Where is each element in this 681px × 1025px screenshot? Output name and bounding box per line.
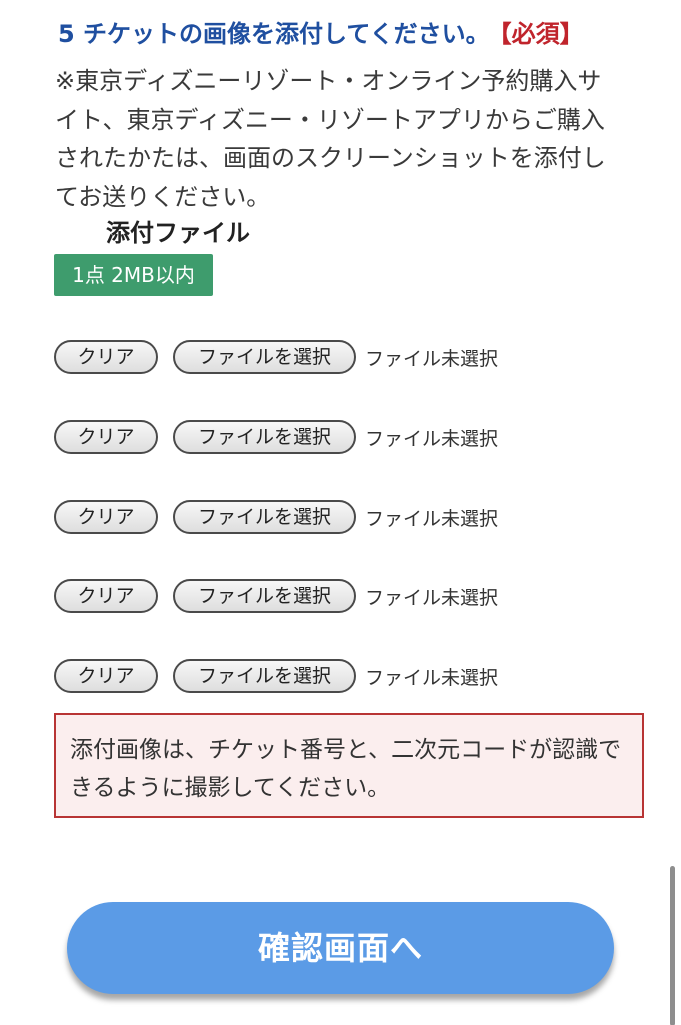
- choose-file-button[interactable]: ファイルを選択: [173, 420, 356, 454]
- file-limit-badge: 1点 2MB以内: [54, 254, 213, 296]
- file-status: ファイル未選択: [365, 507, 499, 530]
- section-title-text: 5 チケットの画像を添付してください。: [58, 20, 490, 48]
- file-input-row: クリア ファイルを選択 ファイル未選択: [54, 419, 498, 455]
- clear-button[interactable]: クリア: [54, 500, 158, 534]
- section-title: 5 チケットの画像を添付してください。 【必須】: [58, 14, 584, 54]
- clear-button[interactable]: クリア: [54, 579, 158, 613]
- attachment-notice: 添付画像は、チケット番号と、二次元コードが認識できるように撮影してください。: [54, 713, 644, 818]
- file-input-row: クリア ファイルを選択 ファイル未選択: [54, 499, 498, 535]
- clear-button[interactable]: クリア: [54, 340, 158, 374]
- instructions-text: ※東京ディズニーリゾート・オンライン予約購入サイト、東京ディズニー・リゾートアプ…: [55, 67, 606, 211]
- file-status: ファイル未選択: [365, 347, 499, 370]
- choose-file-button[interactable]: ファイルを選択: [173, 579, 356, 613]
- ticket-attachment-form: 5 チケットの画像を添付してください。 【必須】 ※東京ディズニーリゾート・オンラ…: [0, 0, 681, 1025]
- file-status: ファイル未選択: [365, 666, 499, 689]
- file-input-row: クリア ファイルを選択 ファイル未選択: [54, 578, 498, 614]
- file-input-row: クリア ファイルを選択 ファイル未選択: [54, 339, 498, 375]
- required-badge: 【必須】: [499, 20, 584, 48]
- scrollbar[interactable]: [670, 866, 675, 1025]
- choose-file-button[interactable]: ファイルを選択: [173, 500, 356, 534]
- file-input-row: クリア ファイルを選択 ファイル未選択: [54, 658, 498, 694]
- attachment-label: 添付ファイル: [106, 219, 250, 247]
- confirm-button[interactable]: 確認画面へ: [67, 902, 614, 994]
- choose-file-button[interactable]: ファイルを選択: [173, 340, 356, 374]
- clear-button[interactable]: クリア: [54, 420, 158, 454]
- choose-file-button[interactable]: ファイルを選択: [173, 659, 356, 693]
- file-status: ファイル未選択: [365, 427, 499, 450]
- clear-button[interactable]: クリア: [54, 659, 158, 693]
- file-status: ファイル未選択: [365, 586, 499, 609]
